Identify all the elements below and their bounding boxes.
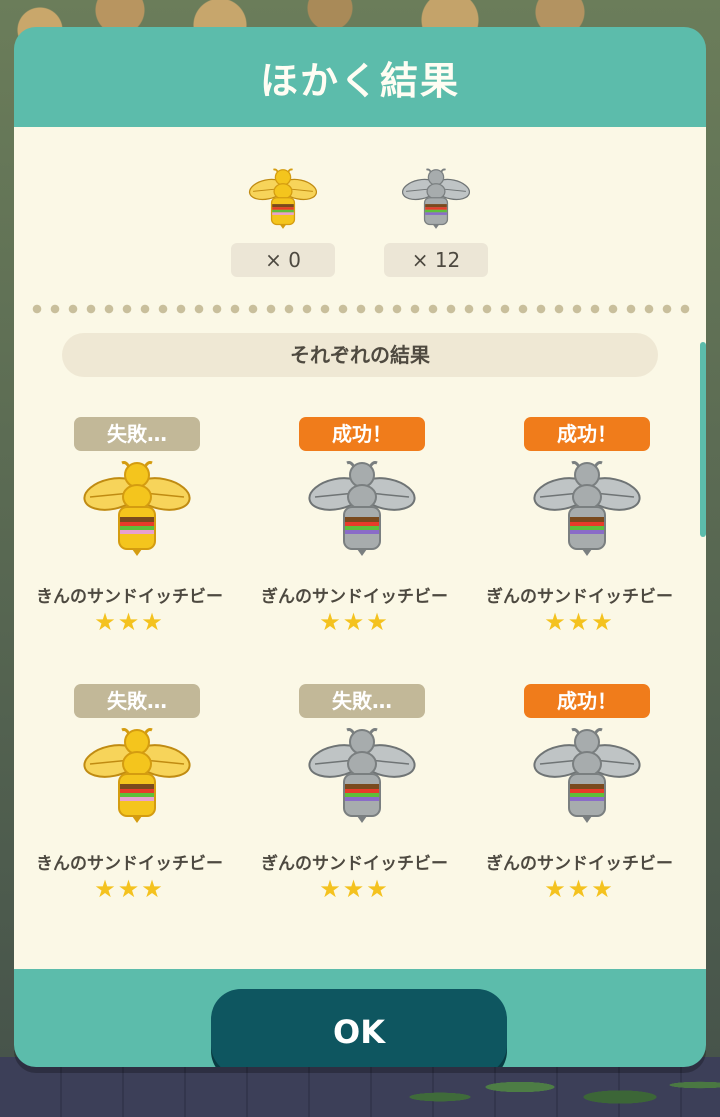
bee-name: ぎんのサンドイッチビー	[486, 854, 673, 874]
capture-results-dialog: ほかく結果 × 0 × 12 それぞれの結果 失敗… きんのサンドイッチビー ★…	[14, 27, 706, 1067]
star-rating: ★★★	[544, 875, 615, 903]
ok-button[interactable]: OK	[211, 989, 507, 1067]
result-status-badge: 成功！	[299, 417, 425, 451]
result-card: 失敗… ぎんのサンドイッチビー ★★★	[242, 684, 467, 924]
dialog-footer: OK	[14, 969, 706, 1067]
result-status-badge: 成功！	[524, 417, 650, 451]
result-card: 成功！ ぎんのサンドイッチビー ★★★	[242, 417, 467, 657]
capture-summary: × 0 × 12	[14, 167, 706, 277]
result-card: 失敗… きんのサンドイッチビー ★★★	[17, 417, 242, 657]
gold-sandwich-bee-icon	[82, 726, 192, 826]
silver-sandwich-bee-icon	[401, 167, 471, 231]
silver-count: × 12	[384, 243, 488, 277]
section-label: それぞれの結果	[62, 333, 658, 377]
bee-name: きんのサンドイッチビー	[36, 854, 223, 874]
gold-sandwich-bee-icon	[82, 459, 192, 559]
silver-sandwich-bee-icon	[307, 459, 417, 559]
gold-sandwich-bee-icon	[248, 167, 318, 231]
results-panel[interactable]: × 0 × 12 それぞれの結果 失敗… きんのサンドイッチビー ★★★ 成功！…	[14, 127, 706, 969]
result-status-badge: 失敗…	[74, 684, 200, 718]
result-status-badge: 失敗…	[299, 684, 425, 718]
silver-sandwich-bee-icon	[307, 726, 417, 826]
dialog-title: ほかく結果	[259, 58, 460, 103]
star-rating: ★★★	[544, 608, 615, 636]
silver-sandwich-bee-icon	[532, 459, 642, 559]
bee-name: ぎんのサンドイッチビー	[261, 587, 448, 607]
result-status-badge: 成功！	[524, 684, 650, 718]
bee-name: ぎんのサンドイッチビー	[261, 854, 448, 874]
scrollbar[interactable]	[700, 342, 706, 537]
result-status-badge: 失敗…	[74, 417, 200, 451]
star-rating: ★★★	[94, 875, 165, 903]
bee-name: ぎんのサンドイッチビー	[486, 587, 673, 607]
star-rating: ★★★	[319, 608, 390, 636]
dotted-divider	[28, 304, 692, 314]
gold-count: × 0	[231, 243, 335, 277]
result-card: 失敗… きんのサンドイッチビー ★★★	[17, 684, 242, 924]
star-rating: ★★★	[319, 875, 390, 903]
star-rating: ★★★	[94, 608, 165, 636]
result-card: 成功！ ぎんのサンドイッチビー ★★★	[467, 684, 692, 924]
result-card: 成功！ ぎんのサンドイッチビー ★★★	[467, 417, 692, 657]
summary-gold: × 0	[231, 167, 335, 277]
silver-sandwich-bee-icon	[532, 726, 642, 826]
summary-silver: × 12	[384, 167, 488, 277]
bee-name: きんのサンドイッチビー	[36, 587, 223, 607]
